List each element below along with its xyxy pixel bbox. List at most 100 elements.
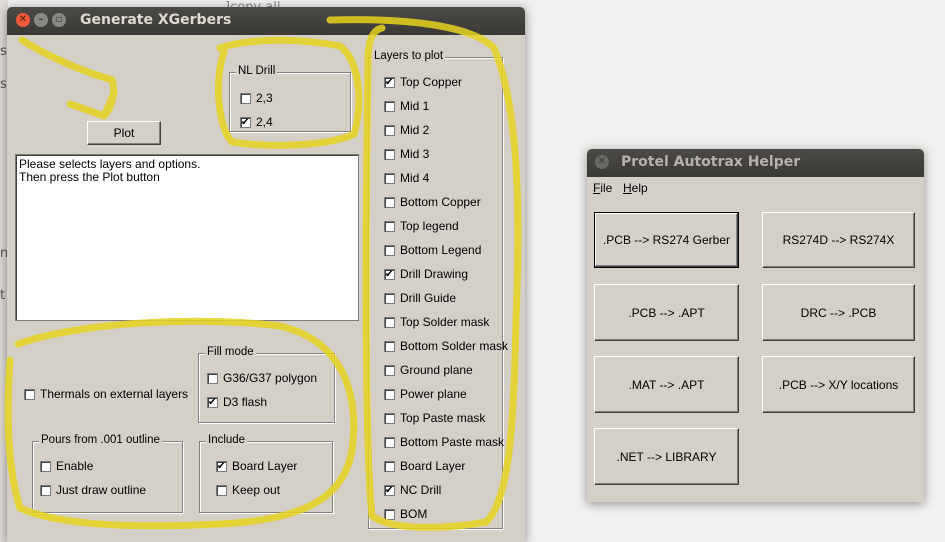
- checkbox-label: Top Copper: [400, 75, 463, 89]
- layer-checkbox[interactable]: Top Paste mask: [384, 411, 485, 425]
- pcb-to-gerber-button[interactable]: .PCB --> RS274 Gerber: [594, 212, 739, 268]
- layer-checkbox[interactable]: Mid 2: [384, 123, 429, 137]
- checkbox-icon[interactable]: [40, 484, 51, 496]
- checkbox-icon[interactable]: [384, 172, 395, 184]
- checkbox-icon[interactable]: [40, 460, 51, 472]
- layer-checkbox[interactable]: Mid 3: [384, 147, 429, 161]
- mat-to-apt-button[interactable]: .MAT --> .APT: [594, 356, 739, 413]
- checkbox-icon[interactable]: [384, 484, 395, 496]
- checkbox-label: Enable: [56, 459, 94, 473]
- background-letter: s: [0, 44, 7, 59]
- group-label: Fill mode: [205, 346, 256, 358]
- net-to-library-button[interactable]: .NET --> LIBRARY: [594, 428, 739, 485]
- menu-mnemonic: H: [623, 181, 632, 195]
- include-group: Include: [199, 434, 333, 513]
- checkbox-icon[interactable]: [216, 484, 227, 496]
- message-textarea[interactable]: Please selects layers and options. Then …: [15, 154, 359, 321]
- checkbox-label: NC Drill: [400, 483, 442, 497]
- pcb-to-apt-button[interactable]: .PCB --> .APT: [594, 284, 739, 341]
- plot-button[interactable]: Plot: [87, 121, 161, 145]
- checkbox-icon[interactable]: [240, 116, 251, 128]
- checkbox-label: Just draw outline: [56, 483, 147, 497]
- fill-d3-checkbox[interactable]: D3 flash: [207, 395, 267, 409]
- checkbox-icon[interactable]: [216, 460, 227, 472]
- pours-group: Pours from .001 outline: [32, 434, 183, 513]
- layer-checkbox[interactable]: Power plane: [384, 387, 467, 401]
- checkbox-label: Bottom Legend: [400, 243, 482, 257]
- rs274d-to-rs274x-button[interactable]: RS274D --> RS274X: [762, 212, 915, 268]
- include-board-layer-checkbox[interactable]: Board Layer: [216, 459, 297, 473]
- message-line: Then press the Plot button: [19, 170, 160, 184]
- checkbox-label: Keep out: [232, 483, 281, 497]
- background-letter: t: [0, 288, 6, 303]
- checkbox-icon[interactable]: [240, 92, 251, 104]
- layer-checkbox[interactable]: Bottom Copper: [384, 195, 481, 209]
- minimize-icon[interactable]: –: [34, 13, 48, 27]
- checkbox-label: Bottom Paste mask: [400, 435, 505, 449]
- layer-checkbox[interactable]: Bottom Legend: [384, 243, 481, 257]
- nl-drill-2-4-checkbox[interactable]: 2,4: [240, 115, 273, 129]
- checkbox-icon[interactable]: [384, 100, 395, 112]
- group-label: NL Drill: [236, 65, 278, 77]
- layer-checkbox[interactable]: Top Copper: [384, 75, 462, 89]
- layer-checkbox[interactable]: BOM: [384, 507, 427, 521]
- menu-file[interactable]: File: [593, 181, 612, 195]
- checkbox-label: G36/G37 polygon: [223, 371, 318, 385]
- close-icon[interactable]: ✕: [16, 13, 30, 27]
- checkbox-icon[interactable]: [207, 396, 218, 408]
- layer-checkbox[interactable]: Bottom Paste mask: [384, 435, 504, 449]
- checkbox-label: Top Solder mask: [400, 315, 490, 329]
- checkbox-icon[interactable]: [384, 268, 395, 280]
- checkbox-icon[interactable]: [207, 372, 218, 384]
- checkbox-icon[interactable]: [384, 340, 395, 352]
- layer-checkbox[interactable]: Drill Drawing: [384, 267, 468, 281]
- checkbox-label: Drill Guide: [400, 291, 457, 305]
- checkbox-icon[interactable]: [384, 412, 395, 424]
- fill-mode-group: Fill mode: [198, 346, 335, 423]
- checkbox-icon[interactable]: [384, 292, 395, 304]
- checkbox-label: Thermals on external layers: [40, 387, 189, 401]
- fill-g36-checkbox[interactable]: G36/G37 polygon: [207, 371, 317, 385]
- checkbox-label: Board Layer: [400, 459, 466, 473]
- checkbox-icon[interactable]: [384, 388, 395, 400]
- checkbox-icon[interactable]: [384, 364, 395, 376]
- checkbox-icon[interactable]: [384, 76, 395, 88]
- pcb-to-xy-button[interactable]: .PCB --> X/Y locations: [762, 356, 915, 413]
- checkbox-label: Ground plane: [400, 363, 473, 377]
- maximize-icon[interactable]: ▫: [52, 13, 66, 27]
- menu-help[interactable]: Help: [623, 181, 648, 195]
- xgerbers-titlebar[interactable]: ✕ – ▫ Generate XGerbers: [7, 7, 525, 35]
- layer-checkbox[interactable]: Mid 1: [384, 99, 429, 113]
- thermals-checkbox[interactable]: Thermals on external layers: [24, 387, 188, 401]
- checkbox-label: Power plane: [400, 387, 467, 401]
- layer-checkbox[interactable]: Drill Guide: [384, 291, 456, 305]
- layer-checkbox[interactable]: Bottom Solder mask: [384, 339, 508, 353]
- checkbox-label: Top Paste mask: [400, 411, 486, 425]
- layer-checkbox[interactable]: Mid 4: [384, 171, 429, 185]
- nl-drill-2-3-checkbox[interactable]: 2,3: [240, 91, 273, 105]
- checkbox-label: BOM: [400, 507, 428, 521]
- drc-to-pcb-button[interactable]: DRC --> .PCB: [762, 284, 915, 341]
- checkbox-label: Top legend: [400, 219, 459, 233]
- layer-checkbox[interactable]: Ground plane: [384, 363, 473, 377]
- checkbox-icon[interactable]: [24, 388, 35, 400]
- checkbox-icon[interactable]: [384, 244, 395, 256]
- helper-titlebar[interactable]: ✕ Protel Autotrax Helper: [587, 149, 924, 177]
- layer-checkbox[interactable]: NC Drill: [384, 483, 441, 497]
- checkbox-label: Mid 1: [400, 99, 430, 113]
- pours-outline-checkbox[interactable]: Just draw outline: [40, 483, 146, 497]
- close-icon[interactable]: ✕: [595, 155, 609, 169]
- layer-checkbox[interactable]: Top legend: [384, 219, 459, 233]
- pours-enable-checkbox[interactable]: Enable: [40, 459, 93, 473]
- checkbox-icon[interactable]: [384, 460, 395, 472]
- layer-checkbox[interactable]: Board Layer: [384, 459, 465, 473]
- checkbox-icon[interactable]: [384, 124, 395, 136]
- include-keep-out-checkbox[interactable]: Keep out: [216, 483, 280, 497]
- checkbox-icon[interactable]: [384, 148, 395, 160]
- checkbox-icon[interactable]: [384, 196, 395, 208]
- checkbox-icon[interactable]: [384, 316, 395, 328]
- checkbox-icon[interactable]: [384, 436, 395, 448]
- checkbox-icon[interactable]: [384, 508, 395, 520]
- checkbox-icon[interactable]: [384, 220, 395, 232]
- layer-checkbox[interactable]: Top Solder mask: [384, 315, 489, 329]
